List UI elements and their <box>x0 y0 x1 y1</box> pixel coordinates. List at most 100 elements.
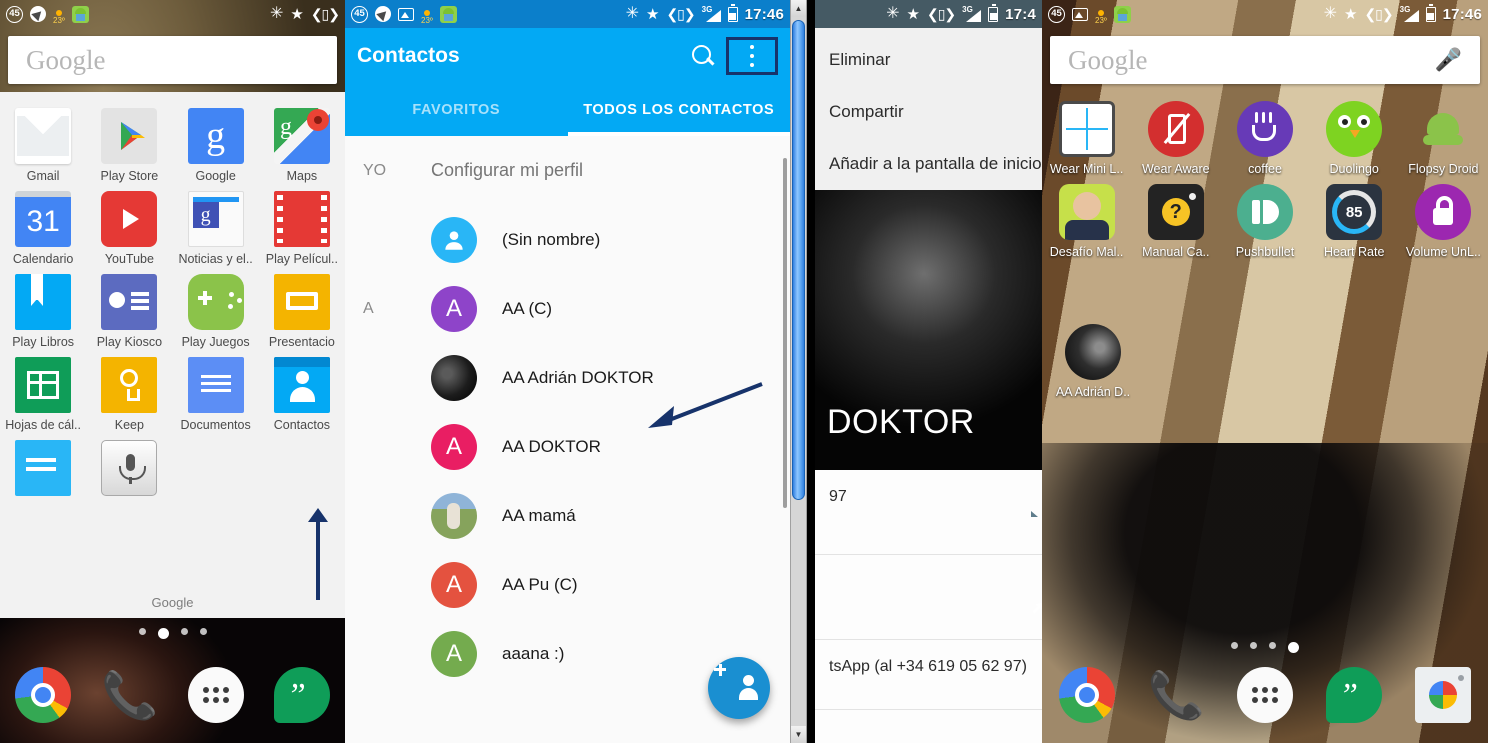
app-label: Presentacio <box>268 335 335 349</box>
contact-name: AA (C) <box>502 298 553 318</box>
weather-icon: 23º <box>1095 9 1107 25</box>
google-search-bar[interactable]: Google <box>8 36 337 84</box>
app-label: Contactos <box>273 418 331 432</box>
app-play-store[interactable]: Play Store <box>86 102 172 185</box>
panel-contacts-app: 45 23º ✳ ★ ❮▯❯ 3G 17:46 Contactos FAVORI… <box>345 0 790 743</box>
detail-row-phone[interactable]: 97 <box>815 470 1042 555</box>
contact-name: AA DOKTOR <box>502 436 601 456</box>
add-contact-button[interactable] <box>708 657 770 719</box>
contact-list: YO Configurar mi perfil (Sin nombre) A A… <box>345 136 780 743</box>
tab-todos-los-contactos[interactable]: TODOS LOS CONTACTOS <box>567 84 791 136</box>
avatar: A <box>431 285 477 332</box>
avatar-initial: A <box>445 294 462 322</box>
search-icon[interactable] <box>688 41 718 71</box>
app-youtube[interactable]: YouTube <box>86 185 172 268</box>
all-apps-icon[interactable] <box>1236 667 1293 723</box>
app-wear-mini-launcher[interactable]: Wear Mini L.. <box>1042 95 1131 178</box>
hangouts-icon[interactable]: ” <box>1326 667 1383 723</box>
app-contactos[interactable]: Contactos <box>259 351 345 434</box>
app-play-peliculas[interactable]: Play Películ.. <box>259 185 345 268</box>
app-coffee[interactable]: coffee <box>1220 95 1309 178</box>
app-noticias[interactable]: g Noticias y el.. <box>173 185 259 268</box>
list-item-aa-adrian-doktor[interactable]: AA Adrián DOKTOR <box>345 343 780 412</box>
google-keep-icon <box>101 357 158 413</box>
app-google[interactable]: g Google <box>173 102 259 185</box>
app-calendario[interactable]: 31 Calendario <box>0 185 86 268</box>
scroll-up-button[interactable]: ▲ <box>791 0 806 17</box>
app-wear-aware[interactable]: Wear Aware <box>1131 95 1220 178</box>
list-scrollbar[interactable] <box>780 136 790 743</box>
app-docs-old[interactable] <box>0 434 86 503</box>
all-apps-icon[interactable] <box>187 667 244 723</box>
status-bar-left: 45 23º <box>6 5 89 25</box>
app-presentaciones[interactable]: Presentacio <box>259 268 345 351</box>
app-grid: Gmail Play Store g Google g Maps 31 Cale… <box>0 102 345 503</box>
app-label: Manual Ca.. <box>1142 245 1210 259</box>
android-icon <box>439 5 457 23</box>
app-desafio[interactable]: Desafío Mal.. <box>1042 178 1131 261</box>
google-maps-icon: g <box>273 108 330 164</box>
microphone-icon[interactable]: 🎤 <box>1435 47 1462 73</box>
coffee-icon <box>1236 101 1293 157</box>
menu-item-eliminar[interactable]: Eliminar <box>815 34 1042 86</box>
app-heart-rate[interactable]: 85 Heart Rate <box>1310 178 1399 261</box>
avatar <box>431 216 477 263</box>
app-hojas-de-calculo[interactable]: Hojas de cál.. <box>0 351 86 434</box>
tab-favoritos[interactable]: FAVORITOS <box>345 84 568 136</box>
overflow-menu-icon[interactable] <box>726 37 778 75</box>
avatar: A <box>431 561 477 608</box>
google-search-bar[interactable]: Google 🎤 <box>1050 36 1480 84</box>
weather-icon: 23º <box>421 9 433 25</box>
hangouts-icon[interactable]: ” <box>273 667 330 723</box>
manual-camera-icon: ? <box>1147 184 1204 240</box>
list-item-configurar-perfil[interactable]: YO Configurar mi perfil <box>345 136 780 205</box>
window-scrollbar[interactable]: ▲ ▼ <box>790 0 807 743</box>
add-contact-icon <box>722 675 758 701</box>
screenshot-stage: 45 23º ✳ ★ ❮▯❯ Google Gmail Play Store g… <box>0 0 1488 743</box>
android-icon <box>71 5 89 23</box>
chrome-icon[interactable] <box>1058 667 1115 723</box>
app-duolingo[interactable]: Duolingo <box>1310 95 1399 178</box>
chrome-icon[interactable] <box>15 667 72 723</box>
scrollbar-thumb[interactable] <box>792 20 805 500</box>
list-item[interactable]: A A AA (C) <box>345 274 780 343</box>
folder-google: Gmail Play Store g Google g Maps 31 Cale… <box>0 92 345 618</box>
app-label: Play Kiosco <box>96 335 163 349</box>
list-item[interactable]: AA mamá <box>345 481 780 550</box>
app-keep[interactable]: Keep <box>86 351 172 434</box>
detail-row-address[interactable] <box>815 555 1042 640</box>
shortcut-aa-adrian-d[interactable]: AA Adrián D.. <box>1050 318 1136 401</box>
app-play-juegos[interactable]: Play Juegos <box>173 268 259 351</box>
list-item[interactable]: A AA DOKTOR <box>345 412 780 481</box>
scroll-down-button[interactable]: ▼ <box>791 726 806 743</box>
phone-icon[interactable]: 📞 <box>101 667 158 723</box>
app-label: Pushbullet <box>1235 245 1295 259</box>
camera-icon[interactable] <box>1415 667 1472 723</box>
app-flopsy-droid[interactable]: Flopsy Droid <box>1399 95 1488 178</box>
play-store-icon <box>101 108 158 164</box>
news-weather-icon: g <box>187 191 244 247</box>
status-bar-right: ✳ ★ ❮▯❯ 3G 17:46 <box>1324 3 1482 23</box>
app-gmail[interactable]: Gmail <box>0 102 86 185</box>
app-maps[interactable]: g Maps <box>259 102 345 185</box>
page-title: Contactos <box>357 44 460 67</box>
phone-icon[interactable]: 📞 <box>1148 667 1205 723</box>
app-documentos[interactable]: Documentos <box>173 351 259 434</box>
menu-item-anadir-pantalla-inicio[interactable]: Añadir a la pantalla de inicio <box>815 138 1042 190</box>
app-label: Duolingo <box>1329 162 1379 176</box>
list-item[interactable]: A AA Pu (C) <box>345 550 780 619</box>
app-voice-search[interactable] <box>86 434 172 503</box>
battery-icon <box>1425 3 1436 22</box>
menu-item-compartir[interactable]: Compartir <box>815 86 1042 138</box>
app-volume-unlock[interactable]: Volume UnL.. <box>1399 178 1488 261</box>
weather-icon: 23º <box>53 9 65 25</box>
app-play-libros[interactable]: Play Libros <box>0 268 86 351</box>
app-label: Wear Aware <box>1141 162 1210 176</box>
app-pushbullet[interactable]: Pushbullet <box>1220 178 1309 261</box>
status-bar: 45 23º ✳ ★ ❮▯❯ 3G 17:46 <box>345 0 790 28</box>
app-manual-camera[interactable]: ? Manual Ca.. <box>1131 178 1220 261</box>
detail-row-whatsapp[interactable]: tsApp (al +34 619 05 62 97) <box>815 640 1042 710</box>
list-item[interactable]: (Sin nombre) <box>345 205 780 274</box>
app-play-kiosco[interactable]: Play Kiosco <box>86 268 172 351</box>
heart-rate-icon: 85 <box>1326 184 1383 240</box>
